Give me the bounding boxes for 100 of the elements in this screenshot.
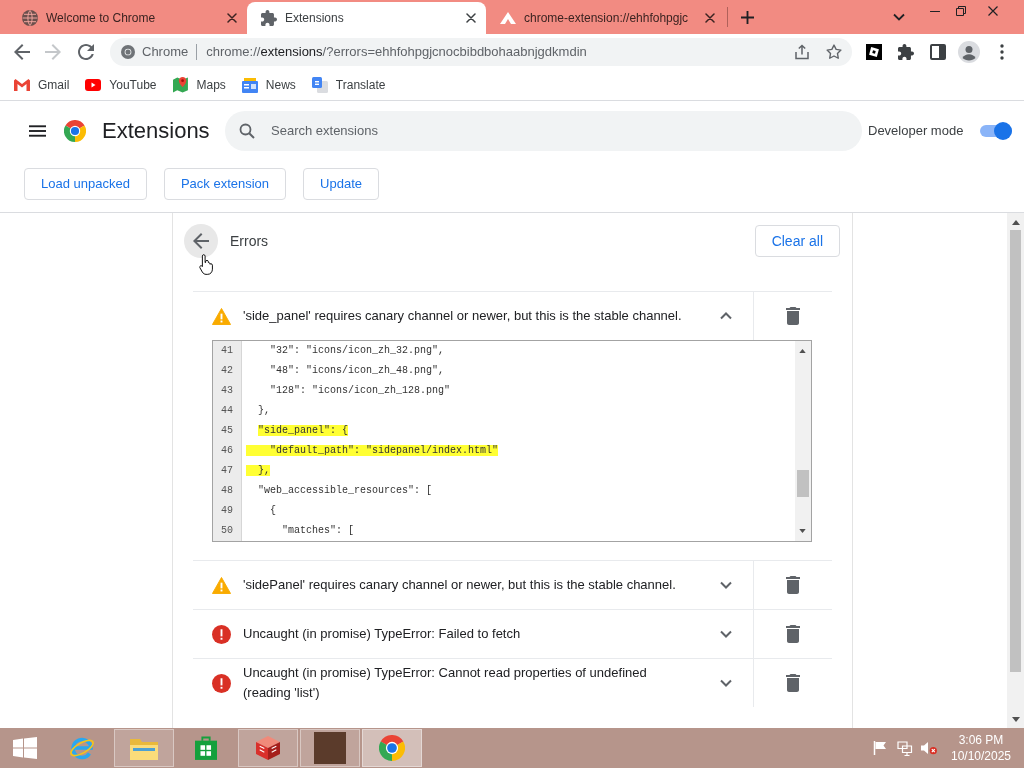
caret-up-icon[interactable] xyxy=(1011,220,1020,225)
developer-mode-label: Developer mode xyxy=(868,121,964,140)
globe-icon xyxy=(22,10,38,26)
search-icon xyxy=(239,122,255,139)
error-message: 'sidePanel' requires canary channel or newer, but this is the stable channel. xyxy=(243,576,676,594)
network-icon[interactable] xyxy=(897,740,913,756)
action-button[interactable]: Pack extension xyxy=(163,168,287,200)
taskbar-button[interactable] xyxy=(362,729,422,767)
chevron-down-icon[interactable] xyxy=(720,581,732,589)
scrollbar-thumb[interactable] xyxy=(797,470,809,497)
trash-icon[interactable] xyxy=(786,576,800,594)
code-text: "matches": [ xyxy=(282,525,355,536)
address-bar[interactable]: Chrome chrome://extensions/?errors=ehhfohpgjcnocbibdbohaabnjgdkmdin xyxy=(110,38,852,66)
bookmark[interactable]: Maps xyxy=(172,76,226,94)
highlighted-code: }, xyxy=(246,465,270,476)
bookmark[interactable]: Gmail xyxy=(14,76,70,94)
close-icon[interactable] xyxy=(466,13,476,23)
shopping-bag-icon[interactable] xyxy=(195,736,217,760)
code-text: { xyxy=(270,505,277,516)
side-panel-icon[interactable] xyxy=(930,44,946,60)
chevron-down-icon[interactable] xyxy=(720,630,732,638)
warning-icon xyxy=(212,307,231,325)
clear-all-button[interactable]: Clear all xyxy=(754,225,840,257)
error-icon xyxy=(212,673,231,693)
trash-icon[interactable] xyxy=(786,625,800,643)
code-text: "web_accessible_resources": [ xyxy=(258,485,433,496)
trash-icon[interactable] xyxy=(786,674,800,692)
scrollbar[interactable] xyxy=(795,341,811,541)
clock-date: 10/10/2025 xyxy=(950,748,1012,764)
chevron-down-icon[interactable] xyxy=(720,679,732,687)
close-icon[interactable] xyxy=(988,6,998,16)
line-number: 42 xyxy=(220,364,234,378)
flag-icon[interactable] xyxy=(873,741,887,755)
caret-up-icon[interactable] xyxy=(799,349,806,353)
chevron-down-icon[interactable] xyxy=(893,13,905,21)
tab[interactable]: Welcome to Chrome xyxy=(8,2,247,34)
chrome-logo-icon xyxy=(121,45,135,59)
bookmark[interactable]: Translate xyxy=(311,76,386,94)
scrollbar-thumb[interactable] xyxy=(1010,230,1021,672)
chrome-logo-icon xyxy=(64,119,86,142)
line-number: 41 xyxy=(220,344,234,358)
error-message: Uncaught (in promise) TypeError: Cannot read properties of undefined (reading 'list') xyxy=(243,664,648,702)
folder-icon xyxy=(130,736,158,760)
warning-icon xyxy=(212,576,231,594)
error-message: 'side_panel' requires canary channel or newer, but this is the stable channel. xyxy=(243,307,682,325)
caret-down-icon[interactable] xyxy=(1011,717,1020,722)
bookmark[interactable]: YouTube xyxy=(85,76,157,94)
overlapping-squares-icon xyxy=(311,77,328,93)
reload-icon[interactable] xyxy=(78,44,94,60)
hand-cursor-icon xyxy=(199,253,214,276)
puzzle-icon[interactable] xyxy=(898,44,914,60)
play-button-icon xyxy=(85,79,102,91)
plus-icon[interactable] xyxy=(741,10,754,24)
code-text: "48": "icons/icon_zh_48.png", xyxy=(270,365,445,376)
line-number: 47 xyxy=(220,464,234,478)
action-button[interactable]: Update xyxy=(303,168,379,200)
puzzle-icon xyxy=(261,10,277,26)
error-icon xyxy=(212,624,231,644)
start-icon[interactable] xyxy=(13,737,37,759)
close-icon[interactable] xyxy=(705,13,715,23)
clock-time: 3:06 PM xyxy=(958,732,1004,748)
speaker-muted-icon[interactable] xyxy=(921,741,937,755)
taskbar-button[interactable] xyxy=(300,729,360,767)
tab[interactable]: Extensions xyxy=(247,2,486,34)
code-text: }, xyxy=(258,405,271,416)
line-number: 45 xyxy=(220,424,234,438)
error-message: Uncaught (in promise) TypeError: Failed to fetch xyxy=(243,625,521,643)
arrow-left-icon[interactable] xyxy=(14,44,30,60)
action-button[interactable]: Load unpacked xyxy=(24,168,147,200)
close-icon[interactable] xyxy=(227,13,237,23)
restore-icon[interactable] xyxy=(956,6,966,16)
site-info-button[interactable]: Chrome xyxy=(121,42,189,62)
back-button[interactable] xyxy=(184,224,218,258)
star-icon[interactable] xyxy=(826,44,842,60)
bookmark[interactable]: News xyxy=(241,76,296,94)
line-number: 50 xyxy=(220,524,234,538)
line-number: 46 xyxy=(220,444,234,458)
minimize-icon[interactable] xyxy=(930,11,940,13)
chrome-logo-icon xyxy=(379,735,405,761)
taskbar-button[interactable] xyxy=(238,729,298,767)
cube-icon xyxy=(256,736,280,760)
more-icon[interactable] xyxy=(1000,44,1004,60)
mail-logo-icon xyxy=(14,79,30,91)
share-icon[interactable] xyxy=(794,44,810,60)
caret-down-icon[interactable] xyxy=(799,529,806,533)
scrollbar[interactable] xyxy=(1007,213,1024,728)
line-number: 48 xyxy=(220,484,234,498)
tab[interactable]: chrome-extension://ehhfohpgjc xyxy=(486,2,725,34)
page-title: Extensions xyxy=(102,117,210,145)
newspaper-icon xyxy=(241,77,258,93)
line-number: 44 xyxy=(220,404,234,418)
square-logo-icon[interactable] xyxy=(866,44,882,60)
toggle-switch[interactable] xyxy=(980,121,1013,140)
menu-icon[interactable] xyxy=(29,124,46,137)
url-text: chrome://extensions/?errors=ehhfohpgjcnocbibdbohaabnjgdkmdin xyxy=(206,43,587,62)
trash-icon[interactable] xyxy=(786,307,800,325)
avatar-icon[interactable] xyxy=(958,41,980,63)
code-text: "32": "icons/icon_zh_32.png", xyxy=(270,345,445,356)
chevron-up-icon[interactable] xyxy=(720,312,732,320)
search-field[interactable]: Search extensions xyxy=(225,110,862,151)
